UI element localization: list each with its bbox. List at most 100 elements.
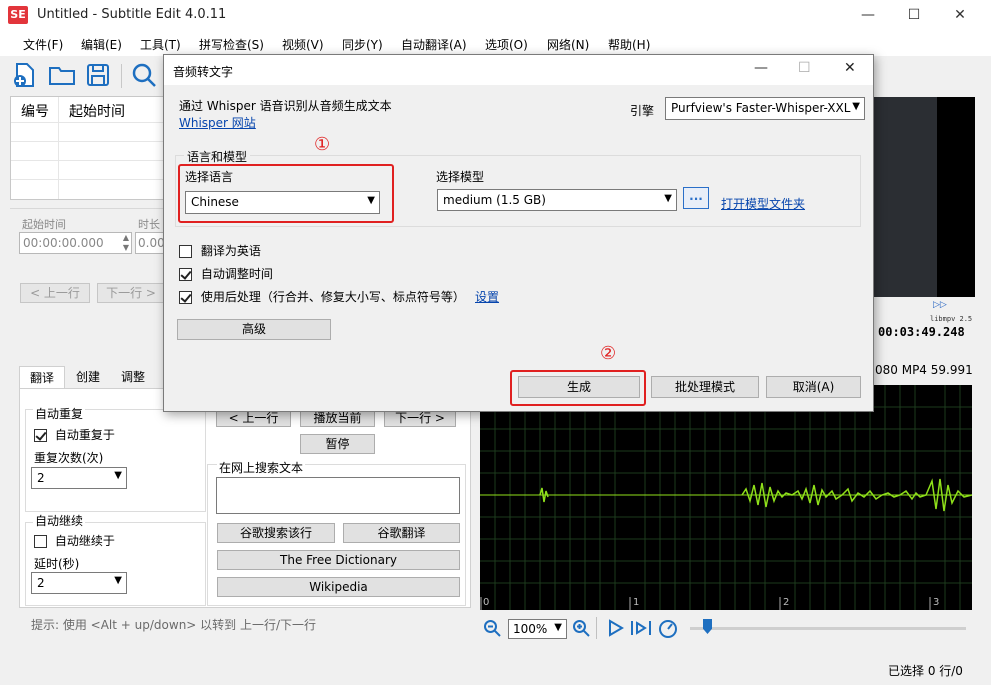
checkbox-checked-icon — [179, 268, 192, 281]
google-translate-button[interactable]: 谷歌翻译 — [343, 523, 460, 543]
dialog-maximize-button[interactable]: ☐ — [798, 60, 811, 76]
column-start-time[interactable]: 起始时间 — [69, 101, 125, 121]
step-marker-1: ① — [314, 134, 331, 155]
delay-value: 2 — [37, 576, 45, 590]
menu-bar: 文件(F) 编辑(E) 工具(T) 拼写检查(S) 视频(V) 同步(Y) 自动… — [0, 31, 991, 56]
menu-options[interactable]: 选项(O) — [485, 36, 528, 53]
maximize-button[interactable]: ☐ — [891, 0, 937, 31]
auto-repeat-checkbox[interactable]: 自动重复于 — [34, 426, 115, 443]
google-search-button[interactable]: 谷歌搜索该行 — [217, 523, 335, 543]
app-logo-icon: SE — [8, 6, 28, 24]
repeat-count-label: 重复次数(次) — [34, 451, 104, 465]
window-title: Untitled - Subtitle Edit 4.0.11 — [37, 7, 227, 22]
zoom-value: 100% — [513, 622, 548, 636]
model-value: medium (1.5 GB) — [443, 193, 546, 207]
auto-adjust-checkbox[interactable]: 自动调整时间 — [179, 265, 273, 282]
tab-translate[interactable]: 翻译 — [19, 366, 65, 389]
model-select[interactable]: medium (1.5 GB) ▼ — [437, 189, 677, 211]
browse-model-button[interactable]: ... — [683, 187, 709, 209]
new-file-icon[interactable] — [11, 61, 39, 89]
menu-tools[interactable]: 工具(T) — [140, 36, 181, 53]
menu-sync[interactable]: 同步(Y) — [342, 36, 383, 53]
open-model-folder-link[interactable]: 打开模型文件夹 — [721, 195, 805, 212]
auto-continue-checkbox[interactable]: 自动继续于 — [34, 532, 115, 549]
speed-gauge-icon[interactable] — [657, 618, 679, 638]
duration-input[interactable]: 0.00 — [135, 232, 165, 254]
tab-adjust[interactable]: 调整 — [112, 366, 154, 388]
delay-select[interactable]: 2 ▼ — [31, 572, 127, 594]
engine-select[interactable]: Purfview's Faster-Whisper-XXL ▼ — [665, 97, 865, 120]
video-thumbnail — [871, 97, 937, 297]
pause-button[interactable]: 暂停 — [300, 434, 375, 454]
grid-row-line — [11, 122, 165, 123]
dialog-close-button[interactable]: ✕ — [844, 60, 856, 76]
step-marker-2: ② — [600, 343, 617, 364]
waveform-canvas — [480, 385, 972, 610]
column-number[interactable]: 编号 — [21, 101, 49, 121]
position-slider-handle[interactable] — [703, 619, 712, 634]
translate-english-checkbox[interactable]: 翻译为英语 — [179, 242, 261, 259]
cancel-button[interactable]: 取消(A) — [766, 376, 861, 398]
tab-create[interactable]: 创建 — [66, 366, 110, 388]
menu-spellcheck[interactable]: 拼写检查(S) — [199, 36, 264, 53]
close-button[interactable]: ✕ — [937, 0, 983, 31]
prev-line-button[interactable]: < 上一行 — [20, 283, 90, 303]
dialog-title-bar: 音频转文字 — ☐ ✕ — [164, 55, 873, 85]
menu-auto-translate[interactable]: 自动翻译(A) — [401, 36, 467, 53]
subtitle-grid[interactable]: 编号 起始时间 — [10, 96, 165, 200]
search-text-input[interactable] — [216, 477, 460, 514]
zoom-out-icon[interactable] — [483, 619, 501, 637]
grid-row-line — [11, 160, 165, 161]
language-model-title: 语言和模型 — [184, 148, 251, 165]
checkbox-unchecked-icon — [34, 535, 47, 548]
hint-text: 提示: 使用 <Alt + up/down> 以转到 上一行/下一行 — [31, 618, 317, 632]
video-timecode: 00:03:49.248 — [878, 325, 965, 339]
repeat-count-select[interactable]: 2 ▼ — [31, 467, 127, 489]
menu-help[interactable]: 帮助(H) — [608, 36, 650, 53]
start-time-value: 00:00:00.000 — [23, 236, 104, 250]
auto-repeat-title: 自动重复 — [33, 405, 86, 422]
batch-mode-button[interactable]: 批处理模式 — [651, 376, 759, 398]
zoom-in-icon[interactable] — [572, 619, 590, 637]
checkbox-checked-icon — [34, 429, 47, 442]
start-time-input[interactable]: 00:00:00.000 ▲ ▼ — [19, 232, 132, 254]
auto-continue-label: 自动继续于 — [54, 534, 115, 548]
start-time-label: 起始时间 — [22, 218, 66, 231]
post-process-settings-link[interactable]: 设置 — [475, 288, 499, 305]
engine-value: Purfview's Faster-Whisper-XXL — [671, 101, 851, 115]
dialog-minimize-button[interactable]: — — [754, 60, 768, 76]
menu-network[interactable]: 网络(N) — [547, 36, 589, 53]
position-track[interactable] — [690, 627, 966, 630]
translate-english-label: 翻译为英语 — [200, 244, 261, 258]
chevron-down-icon: ▼ — [852, 101, 860, 112]
translate-panel: 自动重复 自动重复于 重复次数(次) 2 ▼ 自动继续 自动继续于 延时(秒) … — [19, 388, 471, 608]
post-process-checkbox[interactable]: 使用后处理（行合并、修复大小写、标点符号等） — [179, 288, 465, 305]
spinner-icon[interactable]: ▲ ▼ — [123, 233, 129, 253]
play-mini-icon[interactable]: ▷▷ — [933, 300, 947, 310]
highlight-box-1 — [178, 164, 394, 223]
search-online-label: 在网上搜索文本 — [217, 459, 306, 476]
waveform-panel[interactable]: 0 1 2 3 — [480, 385, 972, 610]
free-dictionary-button[interactable]: The Free Dictionary — [217, 550, 460, 570]
advanced-button[interactable]: 高级 — [177, 319, 331, 340]
save-icon[interactable] — [84, 61, 112, 89]
wave-tick-2: 2 — [783, 597, 790, 608]
minimize-button[interactable]: — — [845, 0, 891, 31]
play-selection-icon[interactable] — [630, 619, 652, 637]
video-info: 080 MP4 59.991 — [875, 363, 973, 377]
next-line-button[interactable]: 下一行 > — [97, 283, 165, 303]
player-label: libmpv 2.5 — [930, 315, 973, 323]
checkbox-unchecked-icon — [179, 245, 192, 258]
repeat-count-value: 2 — [37, 471, 45, 485]
whisper-site-link[interactable]: Whisper 网站 — [179, 114, 256, 131]
menu-edit[interactable]: 编辑(E) — [81, 36, 122, 53]
open-folder-icon[interactable] — [48, 61, 76, 89]
menu-file[interactable]: 文件(F) — [23, 36, 63, 53]
menu-video[interactable]: 视频(V) — [282, 36, 324, 53]
search-icon[interactable] — [130, 61, 158, 89]
play-icon[interactable] — [606, 619, 624, 637]
wikipedia-button[interactable]: Wikipedia — [217, 577, 460, 597]
generate-button[interactable]: 生成 — [518, 376, 640, 398]
zoom-select[interactable]: 100% ▼ — [508, 619, 567, 639]
chevron-down-icon: ▼ — [114, 575, 122, 586]
